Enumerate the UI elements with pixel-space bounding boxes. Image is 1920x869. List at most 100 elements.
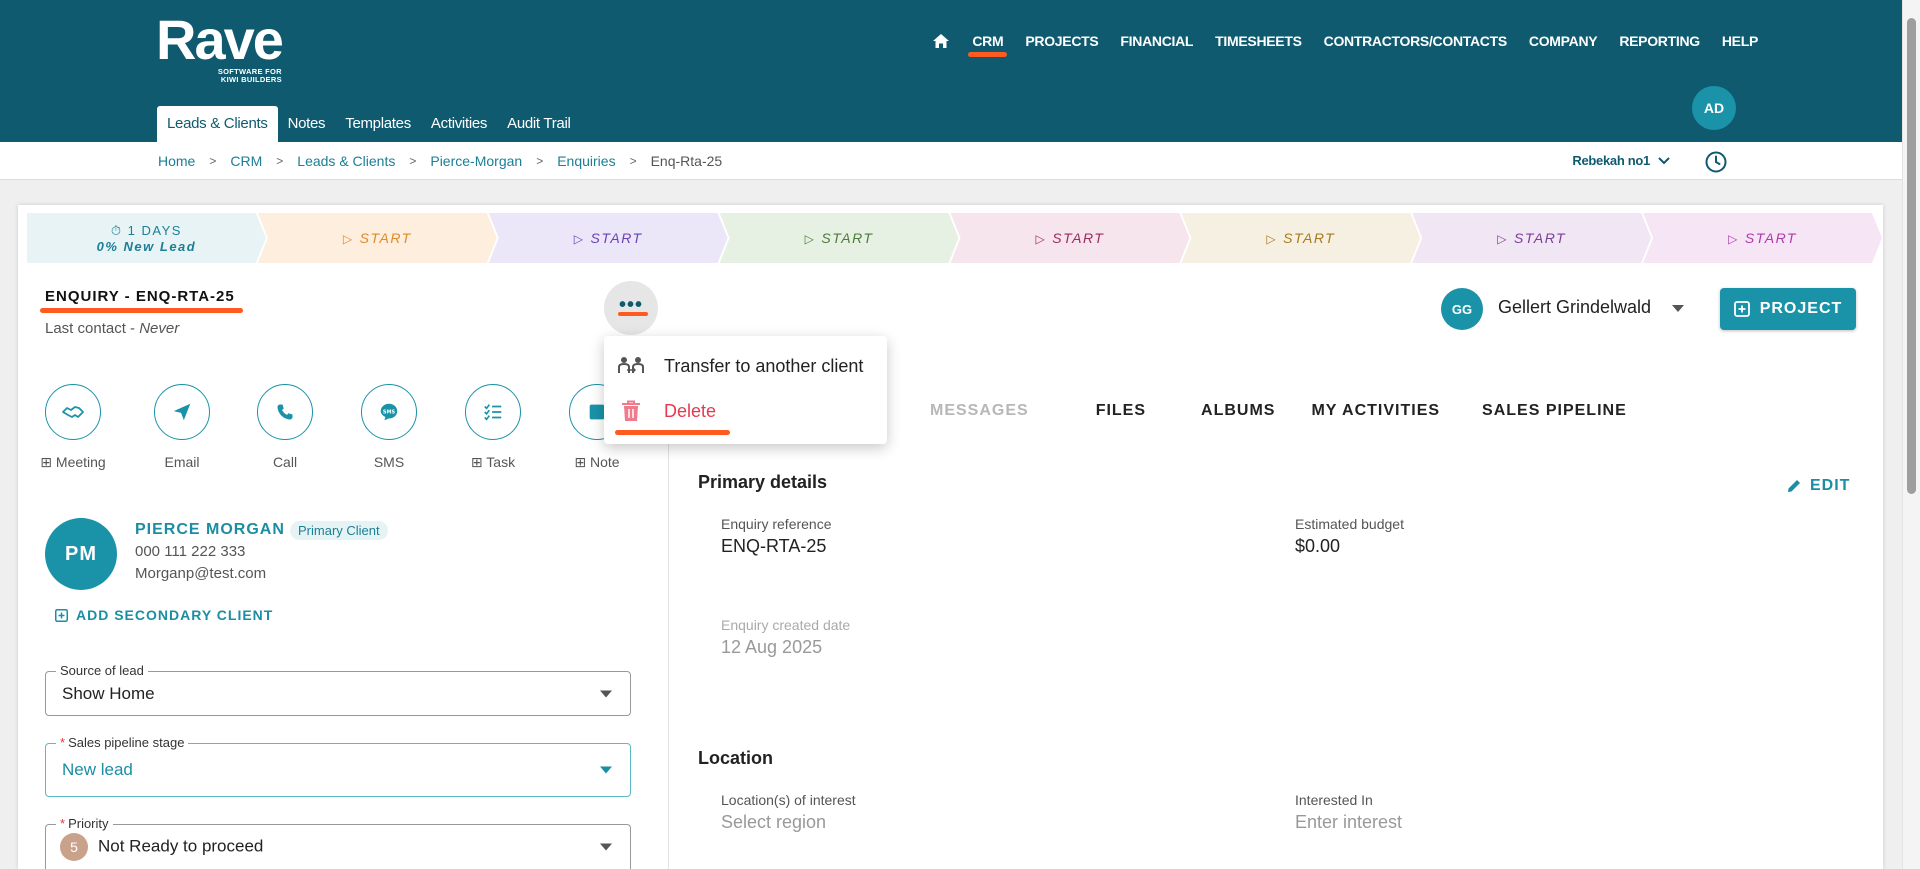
stage-label: START <box>1052 230 1105 246</box>
delete-highlight <box>615 430 730 435</box>
tab-albums[interactable]: ALBUMS <box>1201 402 1275 420</box>
client-avatar: PM <box>45 518 117 590</box>
action-email[interactable]: Email <box>154 384 210 471</box>
rave-logo[interactable]: Rave SOFTWARE FOR KIWI BUILDERS <box>156 12 284 84</box>
phone-icon <box>257 384 313 440</box>
user-avatar[interactable]: AD <box>1692 86 1736 130</box>
stage-8[interactable]: ▷ START <box>1643 213 1882 263</box>
action-call[interactable]: Call <box>257 384 313 471</box>
user-selector-label: Rebekah no1 <box>1572 153 1650 168</box>
trash-icon <box>618 398 644 424</box>
tab-files[interactable]: FILES <box>1096 402 1146 420</box>
add-secondary-label: ADD SECONDARY CLIENT <box>76 607 274 623</box>
breadcrumb-leads-clients[interactable]: Leads & Clients <box>297 153 395 169</box>
pipeline-stage-strip: ⏱ 1 DAYS 0% New Lead ▷ START ▷ START ▷ STAR… <box>27 213 1874 263</box>
menu-delete-label: Delete <box>664 400 717 421</box>
subtab-leads-clients[interactable]: Leads & Clients <box>157 106 278 142</box>
source-of-lead-label: Source of lead <box>56 663 148 678</box>
pencil-icon <box>1788 480 1800 492</box>
owner-selector[interactable]: Gellert Grindelwald <box>1498 297 1651 318</box>
title-highlight <box>40 308 243 313</box>
edit-label: EDIT <box>1810 477 1851 494</box>
subtab-activities[interactable]: Activities <box>421 106 497 142</box>
client-phone: 000 111 222 333 <box>135 543 246 560</box>
nav-contractors-contacts[interactable]: CONTRACTORS/CONTACTS <box>1324 33 1508 49</box>
scrollbar-thumb[interactable] <box>1907 18 1916 494</box>
nav-timesheets[interactable]: TIMESHEETS <box>1215 33 1302 49</box>
page-scrollbar[interactable] <box>1902 0 1920 869</box>
chevron-down-icon <box>1658 156 1670 164</box>
handshake-icon <box>45 384 101 440</box>
priority-number-badge: 5 <box>60 833 88 861</box>
stage-2[interactable]: ▷ START <box>258 213 497 263</box>
home-icon[interactable] <box>932 33 950 49</box>
sales-pipeline-stage-select[interactable]: * Sales pipeline stage New lead <box>45 735 631 797</box>
chevron-right-icon: > <box>536 154 544 168</box>
logo-tagline-line-2: KIWI BUILDERS <box>220 75 282 84</box>
breadcrumb-crm[interactable]: CRM <box>230 153 262 169</box>
client-name[interactable]: PIERCE MORGAN <box>135 521 285 539</box>
nav-projects[interactable]: PROJECTS <box>1025 33 1098 49</box>
enquiry-created-date-label: Enquiry created date <box>721 617 851 633</box>
action-sms-label: SMS <box>373 454 405 470</box>
breadcrumb-enquiries[interactable]: Enquiries <box>557 153 615 169</box>
subtab-notes[interactable]: Notes <box>278 106 336 142</box>
enquiry-created-date-value: 12 Aug 2025 <box>721 637 823 657</box>
primary-details-title: Primary details <box>698 472 828 492</box>
stage-label: START <box>359 230 412 246</box>
action-task[interactable]: ⊞ Task <box>465 384 521 471</box>
stage-label: START <box>821 230 874 246</box>
edit-button[interactable]: EDIT <box>1786 477 1850 495</box>
stage-4[interactable]: ▷ START <box>720 213 959 263</box>
action-meeting-label: ⊞ Meeting <box>40 454 105 471</box>
estimated-budget-value: $0.00 <box>1295 536 1341 556</box>
last-contact: Last contact - Never <box>45 320 179 337</box>
subtab-audit-trail[interactable]: Audit Trail <box>497 106 580 142</box>
menu-delete[interactable]: Delete <box>604 389 887 433</box>
source-of-lead-value: Show Home <box>62 683 155 703</box>
svg-text:SMS: SMS <box>383 409 396 415</box>
locations-of-interest-label: Location(s) of interest <box>721 792 856 808</box>
locations-of-interest-value[interactable]: Select region <box>721 812 826 833</box>
required-asterisk: * <box>60 735 66 750</box>
stage-6[interactable]: ▷ START <box>1181 213 1420 263</box>
history-clock-icon[interactable] <box>1704 150 1728 174</box>
tab-sales-pipeline[interactable]: SALES PIPELINE <box>1482 402 1627 420</box>
enquiry-reference-value: ENQ-RTA-25 <box>721 536 827 556</box>
action-label: Meeting <box>55 454 106 470</box>
add-secondary-client-button[interactable]: ADD SECONDARY CLIENT <box>55 607 273 623</box>
priority-select[interactable]: * Priority 5 Not Ready to proceed <box>45 816 631 869</box>
stage-label: START <box>1514 230 1567 246</box>
sales-pipeline-stage-value: New lead <box>62 760 133 779</box>
project-button-label: PROJECT <box>1759 300 1843 317</box>
more-options-button[interactable]: ••• <box>604 281 658 335</box>
tab-my-activities[interactable]: MY ACTIVITIES <box>1311 402 1440 420</box>
tab-messages[interactable]: MESSAGES <box>930 402 1029 420</box>
stage-current[interactable]: ⏱ 1 DAYS 0% New Lead <box>27 213 266 263</box>
nav-company[interactable]: COMPANY <box>1529 33 1598 49</box>
subtab-templates[interactable]: Templates <box>335 106 421 142</box>
nav-financial[interactable]: FINANCIAL <box>1120 33 1193 49</box>
create-project-button[interactable]: PROJECT <box>1720 288 1856 330</box>
crm-subtabs: Leads & Clients Notes Templates Activiti… <box>157 106 581 142</box>
menu-transfer-client[interactable]: Transfer to another client <box>604 344 887 388</box>
breadcrumb-current: Enq-Rta-25 <box>650 153 723 169</box>
stage-label: START <box>1283 230 1336 246</box>
stage-5[interactable]: ▷ START <box>951 213 1190 263</box>
interested-in-value[interactable]: Enter interest <box>1295 812 1402 833</box>
last-contact-label: Last contact - <box>45 320 140 337</box>
caret-down-icon[interactable] <box>1672 305 1684 312</box>
source-of-lead-select[interactable]: Source of lead Show Home <box>45 663 631 716</box>
breadcrumb-home[interactable]: Home <box>158 153 195 169</box>
breadcrumb-client[interactable]: Pierce-Morgan <box>430 153 522 169</box>
nav-reporting[interactable]: REPORTING <box>1619 33 1700 49</box>
user-selector[interactable]: Rebekah no1 <box>1572 153 1670 168</box>
quick-actions: ⊞ Meeting Email Call SMS SMS ⊞ Task ⊞ No… <box>40 384 625 471</box>
action-sms[interactable]: SMS SMS <box>361 384 417 471</box>
nav-crm[interactable]: CRM <box>968 33 1008 57</box>
nav-help[interactable]: HELP <box>1722 33 1758 49</box>
interested-in-label: Interested In <box>1295 792 1373 808</box>
stage-3[interactable]: ▷ START <box>489 213 728 263</box>
action-meeting[interactable]: ⊞ Meeting <box>40 384 106 471</box>
stage-7[interactable]: ▷ START <box>1412 213 1651 263</box>
